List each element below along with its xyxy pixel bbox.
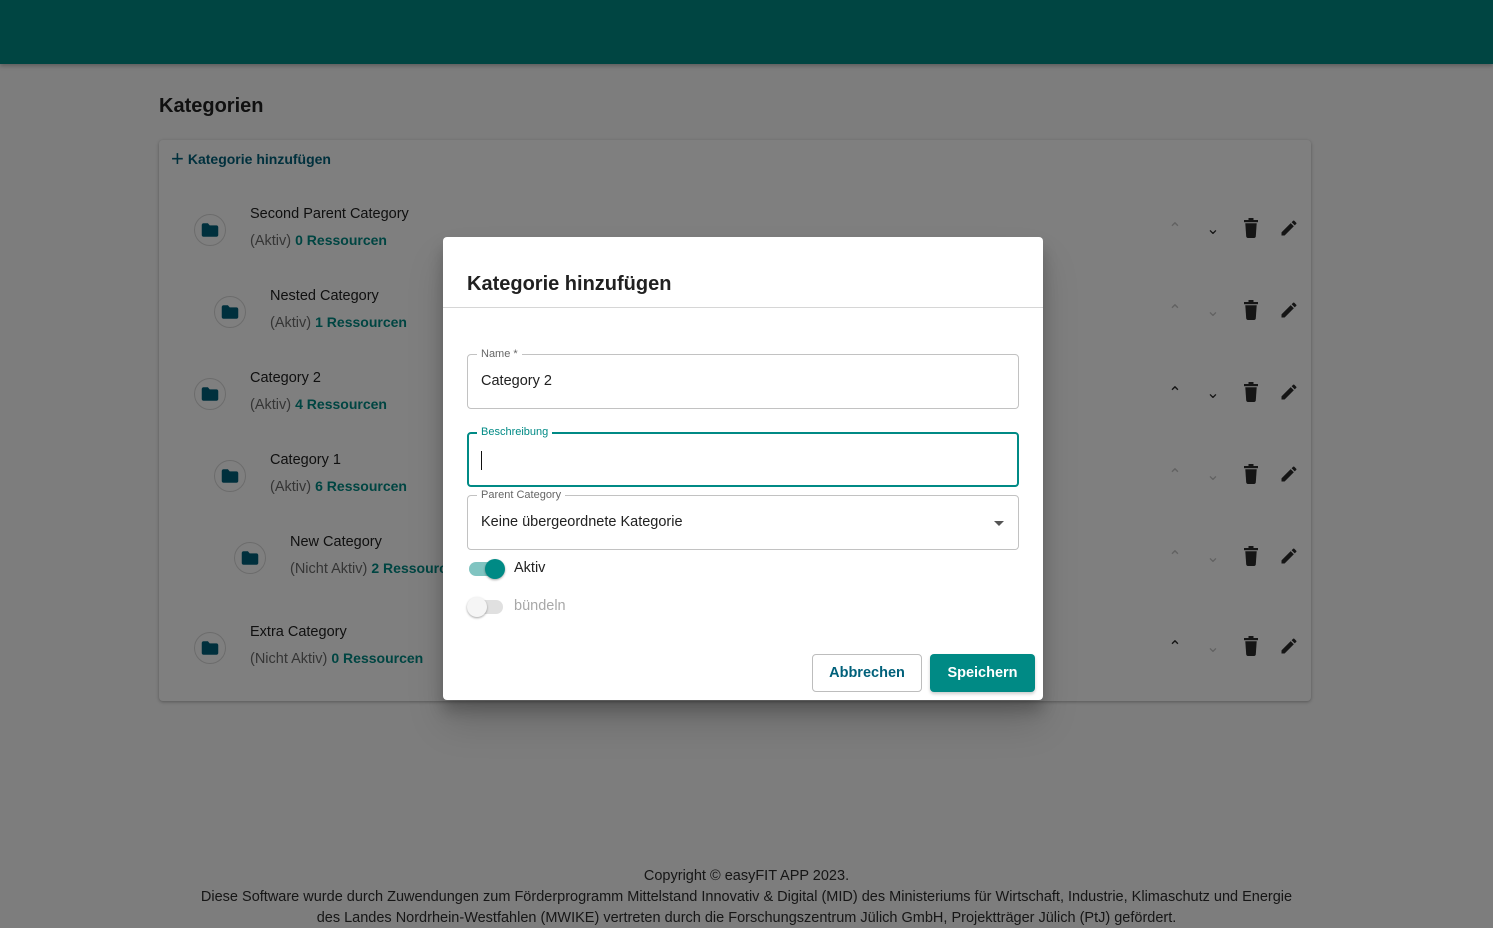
description-field[interactable]: Beschreibung (467, 426, 1019, 487)
dropdown-arrow-icon[interactable] (994, 521, 1004, 526)
name-field-value[interactable]: Category 2 (481, 373, 552, 389)
dialog-divider (443, 307, 1043, 308)
text-cursor (481, 451, 482, 470)
buendeln-toggle-thumb (467, 597, 487, 617)
dialog-title: Kategorie hinzufügen (467, 273, 672, 295)
buendeln-label[interactable]: bündeln (514, 598, 566, 614)
cancel-button[interactable]: Abbrechen (812, 654, 922, 692)
parent-category-label: Parent Category (477, 489, 566, 502)
save-button[interactable]: Speichern (930, 654, 1035, 692)
aktiv-toggle[interactable] (467, 557, 505, 581)
aktiv-label[interactable]: Aktiv (514, 560, 545, 576)
description-field-label: Beschreibung (477, 426, 553, 439)
name-field[interactable]: Name * Category 2 (467, 348, 1019, 409)
name-field-label: Name * (477, 348, 522, 361)
aktiv-toggle-thumb (485, 559, 505, 579)
parent-category-value: Keine übergeordnete Kategorie (481, 514, 683, 530)
add-category-dialog: Kategorie hinzufügen Name * Category 2 B… (443, 237, 1043, 700)
buendeln-toggle[interactable] (467, 595, 505, 619)
parent-category-select[interactable]: Parent Category Keine übergeordnete Kate… (467, 489, 1019, 550)
